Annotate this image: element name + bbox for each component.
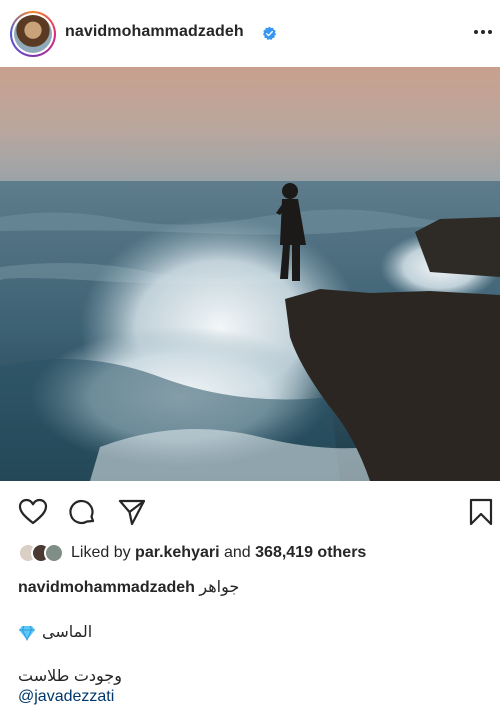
likes-others-count[interactable]: 368,419 others <box>255 544 366 561</box>
caption-mention-link[interactable]: @javadezzati <box>18 688 114 706</box>
liker-avatar <box>44 543 64 563</box>
caption-line-3: وجودت طلاست <box>18 668 122 685</box>
post-action-bar <box>0 481 500 539</box>
likes-summary[interactable]: Liked by par.kehyari and 368,419 others <box>18 542 366 564</box>
post-header: navidmohammadzadeh <box>0 0 500 67</box>
avatar-border <box>12 13 54 55</box>
post-caption: navidmohammadzadeh جواهر <box>18 577 239 597</box>
likes-connector: and <box>219 544 256 561</box>
caption-text: جواهر <box>199 579 240 596</box>
comment-icon[interactable] <box>67 497 97 527</box>
avatar-image <box>14 15 52 53</box>
post-photo-sea-wave-man-on-rocks <box>0 67 500 481</box>
gem-icon <box>19 625 35 641</box>
caption-line-2: الماسی <box>18 622 92 642</box>
post-image[interactable] <box>0 67 500 481</box>
likes-prefix: Liked by <box>71 544 136 561</box>
verified-badge-icon <box>262 26 277 40</box>
bookmark-icon[interactable] <box>466 497 496 527</box>
send-icon[interactable] <box>117 497 147 527</box>
liker-username[interactable]: par.kehyari <box>135 544 220 561</box>
more-horizontal-icon[interactable] <box>472 22 494 42</box>
caption-username[interactable]: navidmohammadzadeh <box>18 579 195 596</box>
avatar[interactable] <box>10 11 56 57</box>
likes-text: Liked by par.kehyari and 368,419 others <box>71 544 366 562</box>
heart-icon[interactable] <box>18 497 48 527</box>
post-author-username[interactable]: navidmohammadzadeh <box>65 23 244 41</box>
caption-line-2-text: الماسی <box>42 624 93 641</box>
